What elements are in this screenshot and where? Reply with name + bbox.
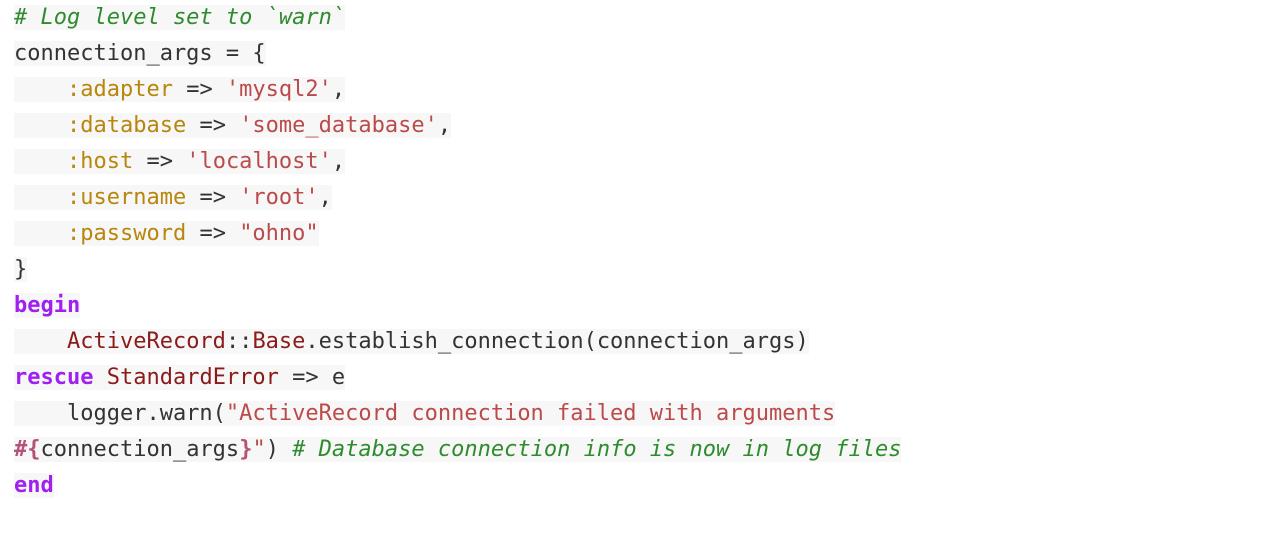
code-token-keyword: end xyxy=(14,473,54,498)
code-token-interpolation: } xyxy=(239,437,253,462)
code-line: begin xyxy=(14,288,1284,324)
code-token-plain: => xyxy=(133,149,187,174)
code-line-text: connection_args = { xyxy=(14,41,266,66)
code-token-plain: logger.warn( xyxy=(14,401,226,426)
code-line: :username => 'root', xyxy=(14,180,1284,216)
code-token-symbol: :database xyxy=(66,113,187,138)
code-token-string: "ActiveRecord connection failed with arg… xyxy=(225,401,836,426)
code-line: ActiveRecord::Base.establish_connection(… xyxy=(14,324,1284,360)
code-token-plain: ) xyxy=(265,437,279,462)
code-line: :adapter => 'mysql2', xyxy=(14,72,1284,108)
code-token-string: 'some_database' xyxy=(239,113,438,138)
code-line-text: :password => "ohno" xyxy=(14,221,319,246)
code-token-string: 'mysql2' xyxy=(225,77,332,102)
code-token-constant: Base xyxy=(252,329,306,354)
code-token-string: "ohno" xyxy=(239,221,319,246)
code-token-plain: => xyxy=(186,185,240,210)
code-token-plain: , xyxy=(331,149,346,174)
code-token-plain: , xyxy=(331,77,346,102)
code-line-text: rescue StandardError => e xyxy=(14,365,346,390)
code-line-text: end xyxy=(14,473,54,498)
code-line: rescue StandardError => e xyxy=(14,360,1284,396)
code-token-plain: => xyxy=(172,77,226,102)
code-token-symbol: :host xyxy=(66,149,134,174)
code-line: :database => 'some_database', xyxy=(14,108,1284,144)
code-token-comment: # Database connection info is now in log… xyxy=(292,437,902,462)
code-token-plain: , xyxy=(437,113,452,138)
code-token-plain: connection_args xyxy=(40,437,240,462)
code-line-text: :adapter => 'mysql2', xyxy=(14,77,346,102)
code-token-interpolation: #{ xyxy=(14,437,41,462)
code-line: # Log level set to `warn` xyxy=(14,0,1284,36)
code-token-string: 'root' xyxy=(239,185,319,210)
code-token-keyword: rescue xyxy=(14,365,94,390)
code-token-plain: , xyxy=(318,185,332,210)
code-line-text: begin xyxy=(14,293,81,318)
code-line: :host => 'localhost', xyxy=(14,144,1284,180)
code-line-text: } xyxy=(14,257,28,282)
code-token-constant: ActiveRecord xyxy=(66,329,226,354)
code-token-plain: :: xyxy=(225,329,253,354)
code-line: :password => "ohno" xyxy=(14,216,1284,252)
code-token-constant: StandardError xyxy=(106,365,279,390)
code-line-text: :username => 'root', xyxy=(14,185,332,210)
code-token-plain: connection_args = { xyxy=(14,41,266,66)
code-line-text: #{connection_args}") # Database connecti… xyxy=(14,437,902,462)
code-token-plain: => xyxy=(186,221,240,246)
code-line-text: logger.warn("ActiveRecord connection fai… xyxy=(14,401,836,426)
code-token-plain: => xyxy=(186,113,240,138)
code-line-text: :host => 'localhost', xyxy=(14,149,346,174)
code-line: } xyxy=(14,252,1284,288)
code-token-symbol: :adapter xyxy=(66,77,173,102)
code-token-plain: .establish_connection(connection_args) xyxy=(305,329,809,354)
code-token-string: 'localhost' xyxy=(186,149,332,174)
code-line-text: # Log level set to `warn` xyxy=(14,5,346,30)
code-token-keyword: begin xyxy=(14,293,81,318)
code-line-text: :database => 'some_database', xyxy=(14,113,452,138)
code-line: #{connection_args}") # Database connecti… xyxy=(14,432,1284,468)
code-token-string: " xyxy=(252,437,266,462)
code-block[interactable]: # Log level set to `warn` connection_args… xyxy=(0,0,1284,544)
code-token-symbol: :password xyxy=(66,221,187,246)
code-line: connection_args = { xyxy=(14,36,1284,72)
code-line: end xyxy=(14,468,1284,504)
code-token-plain: } xyxy=(14,257,28,282)
code-line: logger.warn("ActiveRecord connection fai… xyxy=(14,396,1284,432)
code-token-symbol: :username xyxy=(66,185,187,210)
code-line-text: ActiveRecord::Base.establish_connection(… xyxy=(14,329,809,354)
code-token-comment: # Log level set to `warn` xyxy=(14,5,346,30)
code-token-plain: => e xyxy=(278,365,346,390)
